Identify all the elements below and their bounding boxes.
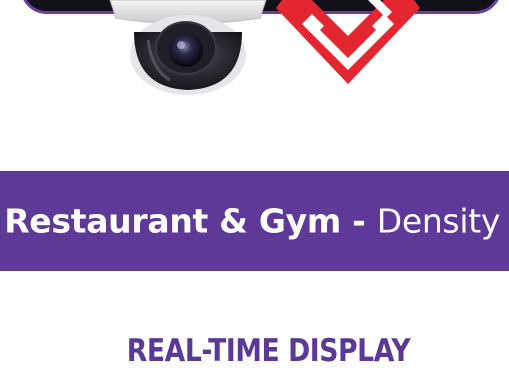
banner-title-light: Density C: [376, 201, 509, 241]
section-heading: REAL-TIME DISPLAY: [126, 333, 411, 369]
banner-title-bold: l Restaurant & Gym -: [0, 201, 377, 241]
dome-camera-icon: [109, 0, 267, 95]
brand-logo-icon: [276, 0, 420, 84]
banner-title: l Restaurant & Gym - Density C: [0, 205, 509, 238]
title-banner: l Restaurant & Gym - Density C: [0, 171, 509, 271]
